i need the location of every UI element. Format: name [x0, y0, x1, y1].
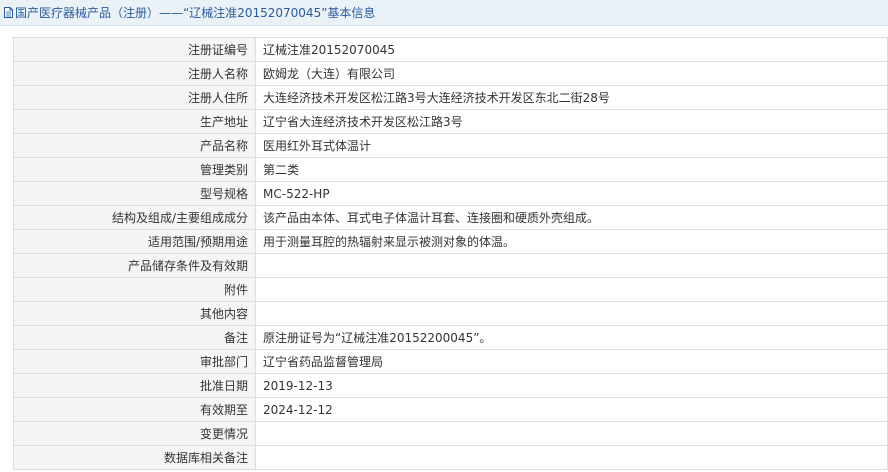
row-value: 辽械注准20152070045	[255, 37, 888, 62]
row-label: 批准日期	[13, 373, 256, 398]
document-icon	[4, 7, 13, 18]
row-label: 注册人名称	[13, 61, 256, 86]
page-title: 国产医疗器械产品（注册）——“辽械注准20152070045”基本信息	[15, 6, 376, 20]
table-row: 附件	[13, 277, 888, 302]
info-table: 注册证编号 辽械注准20152070045 注册人名称 欧姆龙（大连）有限公司 …	[13, 37, 888, 470]
row-value	[255, 277, 888, 302]
row-label: 数据库相关备注	[13, 445, 256, 470]
row-value: 辽宁省药品监督管理局	[255, 349, 888, 374]
row-value: 辽宁省大连经济技术开发区松江路3号	[255, 109, 888, 134]
table-row: 其他内容	[13, 301, 888, 326]
table-row: 管理类别 第二类	[13, 157, 888, 182]
row-value: 该产品由本体、耳式电子体温计耳套、连接圈和硬质外壳组成。	[255, 205, 888, 230]
table-row: 产品名称 医用红外耳式体温计	[13, 133, 888, 158]
row-label: 审批部门	[13, 349, 256, 374]
row-label: 其他内容	[13, 301, 256, 326]
row-label: 注册人住所	[13, 85, 256, 110]
row-label: 结构及组成/主要组成成分	[13, 205, 256, 230]
row-value: 原注册证号为“辽械注准20152200045”。	[255, 325, 888, 350]
table-row: 生产地址 辽宁省大连经济技术开发区松江路3号	[13, 109, 888, 134]
row-value: 用于测量耳腔的热辐射来显示被测对象的体温。	[255, 229, 888, 254]
row-label: 变更情况	[13, 421, 256, 446]
table-row: 备注 原注册证号为“辽械注准20152200045”。	[13, 325, 888, 350]
table-row: 型号规格 MC-522-HP	[13, 181, 888, 206]
row-value: 大连经济技术开发区松江路3号大连经济技术开发区东北二街28号	[255, 85, 888, 110]
row-label: 生产地址	[13, 109, 256, 134]
table-row: 注册人住所 大连经济技术开发区松江路3号大连经济技术开发区东北二街28号	[13, 85, 888, 110]
row-value: 欧姆龙（大连）有限公司	[255, 61, 888, 86]
table-row: 注册人名称 欧姆龙（大连）有限公司	[13, 61, 888, 86]
row-value: MC-522-HP	[255, 181, 888, 206]
row-label: 型号规格	[13, 181, 256, 206]
row-value: 2024-12-12	[255, 397, 888, 422]
row-value	[255, 421, 888, 446]
table-row: 审批部门 辽宁省药品监督管理局	[13, 349, 888, 374]
info-panel: 注册证编号 辽械注准20152070045 注册人名称 欧姆龙（大连）有限公司 …	[13, 37, 888, 470]
table-row: 产品储存条件及有效期	[13, 253, 888, 278]
row-label: 管理类别	[13, 157, 256, 182]
row-label: 附件	[13, 277, 256, 302]
row-value: 医用红外耳式体温计	[255, 133, 888, 158]
row-value	[255, 301, 888, 326]
table-row: 结构及组成/主要组成成分 该产品由本体、耳式电子体温计耳套、连接圈和硬质外壳组成…	[13, 205, 888, 230]
row-label: 产品名称	[13, 133, 256, 158]
row-label: 产品储存条件及有效期	[13, 253, 256, 278]
row-label: 有效期至	[13, 397, 256, 422]
row-label: 备注	[13, 325, 256, 350]
page-header: 国产医疗器械产品（注册）——“辽械注准20152070045”基本信息	[0, 0, 888, 26]
table-row: 数据库相关备注	[13, 445, 888, 470]
row-label: 注册证编号	[13, 37, 256, 62]
table-row: 注册证编号 辽械注准20152070045	[13, 37, 888, 62]
table-row: 有效期至 2024-12-12	[13, 397, 888, 422]
row-value	[255, 253, 888, 278]
row-value: 第二类	[255, 157, 888, 182]
table-row: 适用范围/预期用途 用于测量耳腔的热辐射来显示被测对象的体温。	[13, 229, 888, 254]
row-label: 适用范围/预期用途	[13, 229, 256, 254]
table-row: 批准日期 2019-12-13	[13, 373, 888, 398]
row-value: 2019-12-13	[255, 373, 888, 398]
table-row: 变更情况	[13, 421, 888, 446]
row-value	[255, 445, 888, 470]
